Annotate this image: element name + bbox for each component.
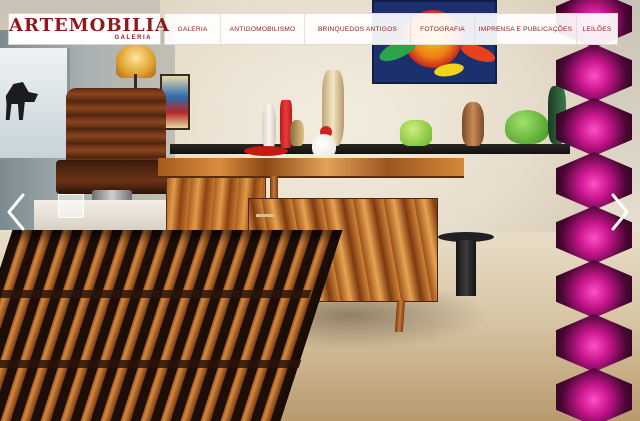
vase [262,104,276,148]
nav-item-leiloes[interactable]: LEILÕES [577,14,617,44]
vase [400,120,432,146]
slider-next-button[interactable] [606,190,634,234]
chevron-right-icon [611,193,629,231]
logo-subtitle: GALERIA [114,35,152,41]
main-nav: GALERIA ANTIGOMOBILISMO BRINQUEDOS ANTIG… [164,13,618,45]
chevron-left-icon [7,193,25,231]
nav-item-antigomobilismo[interactable]: ANTIGOMOBILISMO [221,14,305,44]
pedestal [34,200,184,232]
slider-prev-button[interactable] [2,190,30,234]
vase [505,110,549,144]
nav-item-galeria[interactable]: GALERIA [165,14,221,44]
glass-object [58,194,84,218]
wall-shelf [170,144,570,154]
hero-slide-image [0,0,640,421]
lamp [116,44,156,78]
nav-item-fotografia[interactable]: FOTOGRAFIA [411,14,475,44]
nav-item-imprensa-e-publicacoes[interactable]: IMPRENSA E PUBLICAÇÕES [475,14,577,44]
vase [462,102,484,146]
vase [290,120,304,146]
drawer-handle [256,214,274,217]
wooden-desk [158,158,464,176]
red-dish [244,146,288,156]
site-header: ARTEMOBILIA GALERIA GALERIA ANTIGOMOBILI… [8,13,618,45]
nav-item-brinquedos-antigos[interactable]: BRINQUEDOS ANTIGOS [305,14,411,44]
bird-figurine [312,134,336,158]
site-logo[interactable]: ARTEMOBILIA GALERIA [8,13,171,45]
logo-title: ARTEMOBILIA [9,15,171,36]
